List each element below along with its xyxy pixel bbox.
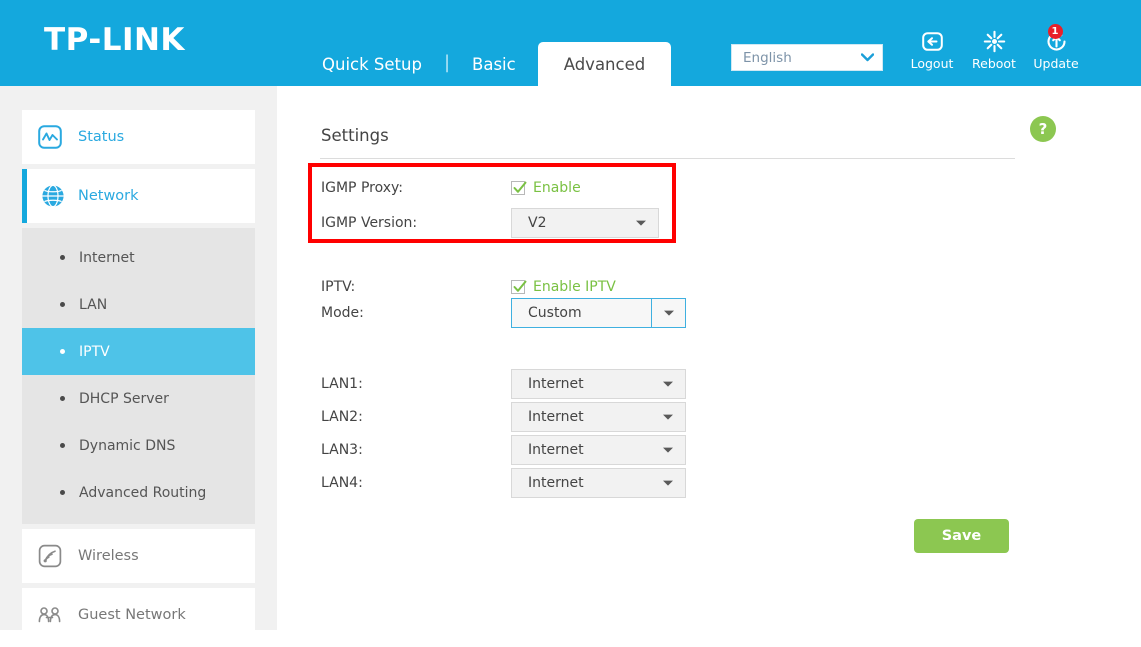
sidebar-item-guest-network[interactable]: Guest Network: [22, 588, 255, 642]
update-badge: 1: [1048, 24, 1063, 39]
logout-icon: [920, 28, 945, 54]
lan4-value: Internet: [512, 475, 651, 491]
lan2-label: LAN2:: [321, 409, 511, 425]
lan4-select[interactable]: Internet: [511, 468, 686, 498]
logout-button[interactable]: Logout: [905, 28, 959, 71]
chevron-down-icon: [852, 53, 882, 62]
update-icon: 1: [1044, 28, 1069, 54]
bullet-icon: [60, 349, 65, 354]
help-button[interactable]: ?: [1030, 116, 1056, 142]
app-header: TP-LINK Quick Setup | Basic Advanced Eng…: [0, 0, 1141, 86]
sidebar: Status Network Internet: [0, 86, 277, 630]
lan2-select[interactable]: Internet: [511, 402, 686, 432]
sidebar-subitem-label: DHCP Server: [79, 391, 169, 407]
sidebar-item-advanced-routing[interactable]: Advanced Routing: [22, 469, 255, 516]
sidebar-item-dynamic-dns[interactable]: Dynamic DNS: [22, 422, 255, 469]
reboot-button[interactable]: Reboot: [967, 28, 1021, 71]
sidebar-subitem-label: Advanced Routing: [79, 485, 206, 501]
header-actions: Logout Reboot: [905, 28, 1083, 71]
sidebar-item-network[interactable]: Network: [22, 169, 255, 223]
content-panel: Settings ? IGMP Proxy: Enable IGMP Versi…: [277, 86, 1141, 630]
sidebar-item-iptv[interactable]: IPTV: [22, 328, 255, 375]
reboot-label: Reboot: [972, 56, 1016, 71]
iptv-checkbox[interactable]: Enable IPTV: [511, 279, 616, 295]
chevron-down-icon: [651, 446, 685, 454]
sidebar-item-internet[interactable]: Internet: [22, 234, 255, 281]
lan1-select[interactable]: Internet: [511, 369, 686, 399]
sidebar-item-label: Network: [78, 188, 139, 204]
mode-label: Mode:: [321, 305, 511, 321]
guest-users-icon: [22, 602, 78, 628]
igmp-version-label: IGMP Version:: [321, 215, 511, 231]
lan3-select[interactable]: Internet: [511, 435, 686, 465]
checkbox-icon: [511, 181, 525, 195]
page-title: Settings: [321, 126, 389, 145]
row-igmp-proxy: IGMP Proxy: Enable: [321, 175, 581, 201]
language-value: English: [732, 50, 852, 66]
chevron-down-icon: [651, 479, 685, 487]
lan3-label: LAN3:: [321, 442, 511, 458]
sidebar-submenu-network: Internet LAN IPTV DHCP Server Dynamic DN…: [22, 228, 255, 524]
sidebar-item-label: Wireless: [78, 548, 139, 564]
language-select[interactable]: English: [731, 44, 883, 71]
row-lan4: LAN4: Internet: [321, 468, 686, 498]
chevron-down-icon: [651, 380, 685, 388]
lan1-value: Internet: [512, 376, 651, 392]
tab-basic[interactable]: Basic: [450, 42, 538, 86]
sidebar-item-dhcp-server[interactable]: DHCP Server: [22, 375, 255, 422]
lan3-value: Internet: [512, 442, 651, 458]
sidebar-item-label: Guest Network: [78, 607, 186, 623]
mode-select[interactable]: Custom: [511, 298, 686, 328]
igmp-proxy-enable-label: Enable: [533, 180, 581, 196]
tab-advanced[interactable]: Advanced: [538, 42, 672, 86]
lan1-label: LAN1:: [321, 376, 511, 392]
lan2-value: Internet: [512, 409, 651, 425]
main-nav-tabs: Quick Setup | Basic Advanced: [300, 42, 671, 86]
lan4-label: LAN4:: [321, 475, 511, 491]
chevron-down-icon: [624, 219, 658, 227]
sidebar-item-label: Status: [78, 129, 124, 145]
globe-icon: [27, 183, 78, 209]
row-lan1: LAN1: Internet: [321, 369, 686, 399]
bullet-icon: [60, 396, 65, 401]
update-button[interactable]: 1 Update: [1029, 28, 1083, 71]
sidebar-subitem-label: LAN: [79, 297, 107, 313]
row-igmp-version: IGMP Version: V2: [321, 208, 659, 238]
logout-label: Logout: [911, 56, 954, 71]
bullet-icon: [60, 302, 65, 307]
title-divider: [320, 158, 1015, 159]
chevron-down-icon: [651, 299, 685, 327]
row-lan2: LAN2: Internet: [321, 402, 686, 432]
bullet-icon: [60, 490, 65, 495]
chevron-down-icon: [651, 413, 685, 421]
sidebar-item-wireless[interactable]: Wireless: [22, 529, 255, 583]
igmp-proxy-checkbox[interactable]: Enable: [511, 180, 581, 196]
save-button[interactable]: Save: [914, 519, 1009, 553]
sidebar-item-status[interactable]: Status: [22, 110, 255, 164]
row-iptv: IPTV: Enable IPTV: [321, 274, 616, 300]
igmp-proxy-label: IGMP Proxy:: [321, 180, 511, 196]
row-lan3: LAN3: Internet: [321, 435, 686, 465]
bullet-icon: [60, 255, 65, 260]
sidebar-item-lan[interactable]: LAN: [22, 281, 255, 328]
iptv-enable-label: Enable IPTV: [533, 279, 616, 295]
sidebar-menu: Status Network Internet: [22, 110, 255, 647]
sidebar-subitem-label: IPTV: [79, 344, 110, 360]
reboot-icon: [982, 28, 1007, 54]
iptv-label: IPTV:: [321, 279, 511, 295]
tab-quick-setup[interactable]: Quick Setup: [300, 42, 444, 86]
sidebar-subitem-label: Dynamic DNS: [79, 438, 175, 454]
sidebar-subitem-label: Internet: [79, 250, 135, 266]
status-chart-icon: [22, 124, 78, 150]
row-mode: Mode: Custom: [321, 298, 686, 328]
bullet-icon: [60, 443, 65, 448]
wifi-signal-icon: [22, 543, 78, 569]
mode-value: Custom: [512, 305, 651, 321]
checkbox-icon: [511, 280, 525, 294]
igmp-version-select[interactable]: V2: [511, 208, 659, 238]
tp-link-logo: TP-LINK: [44, 22, 185, 58]
igmp-version-value: V2: [512, 215, 624, 231]
update-label: Update: [1033, 56, 1078, 71]
